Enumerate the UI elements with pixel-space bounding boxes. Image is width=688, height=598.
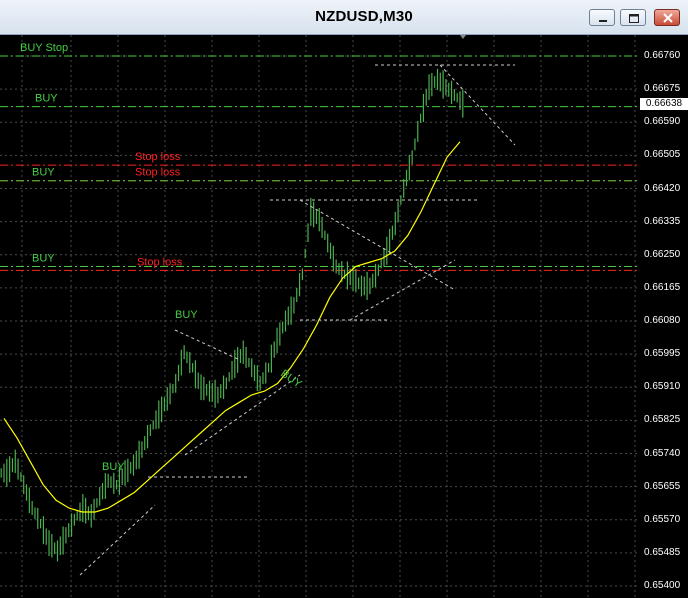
chart-window: NZDUSD,M30 BUY Stop BUY Stop loss Stop loss… — [0, 0, 688, 598]
y-tick-label: 0.66335 — [644, 215, 681, 227]
level-label: Stop loss — [137, 256, 183, 268]
buy-annotation: BUY — [102, 461, 125, 473]
moving-average-line — [3, 141, 461, 513]
close-icon — [663, 13, 673, 23]
y-tick-label: 0.65995 — [644, 348, 681, 360]
price-chart[interactable]: BUY Stop BUY Stop loss Stop loss BUY BUY Stop … — [0, 35, 640, 598]
trend-line — [184, 374, 301, 456]
level-label: Stop loss — [135, 151, 181, 163]
y-tick-label: 0.65910 — [644, 381, 681, 393]
y-tick-label: 0.65400 — [644, 580, 681, 591]
level-label: BUY Stop — [20, 42, 68, 54]
shift-marker-icon — [460, 35, 466, 39]
y-tick-label: 0.66420 — [644, 182, 681, 194]
y-tick-label: 0.66080 — [644, 315, 681, 326]
price-axis: 0.66760 0.66675 0.66590 0.66505 0.66420 0.663… — [640, 35, 688, 598]
y-tick-label: 0.66505 — [644, 149, 681, 161]
y-tick-label: 0.65740 — [644, 447, 681, 459]
y-tick-label: 0.65570 — [644, 513, 681, 525]
window-title: NZDUSD,M30 — [315, 8, 413, 25]
trend-line — [439, 64, 516, 146]
y-tick-label: 0.65655 — [644, 480, 681, 492]
current-price-tag: 0.66638 — [640, 97, 688, 110]
y-tick-label: 0.65825 — [644, 414, 681, 426]
level-label: BUY — [35, 93, 58, 105]
y-tick-label: 0.66165 — [644, 281, 681, 293]
trend-line — [349, 259, 456, 321]
trend-line — [299, 199, 456, 291]
y-tick-label: 0.66675 — [644, 83, 681, 95]
minimize-icon — [599, 20, 607, 22]
title-bar[interactable]: NZDUSD,M30 — [0, 0, 688, 35]
y-tick-label: 0.66760 — [644, 50, 681, 61]
level-label: BUY — [32, 167, 55, 179]
buy-annotation: BUY — [175, 309, 198, 321]
trend-line — [174, 329, 241, 361]
close-button[interactable] — [654, 9, 680, 26]
y-tick-label: 0.66590 — [644, 116, 681, 128]
y-tick-label: 0.66250 — [644, 248, 681, 260]
maximize-button[interactable] — [620, 9, 646, 26]
maximize-icon — [629, 14, 639, 23]
y-tick-label: 0.65485 — [644, 546, 681, 558]
minimize-button[interactable] — [589, 9, 615, 26]
level-label: Stop loss — [135, 167, 181, 179]
level-label: BUY — [32, 252, 55, 264]
